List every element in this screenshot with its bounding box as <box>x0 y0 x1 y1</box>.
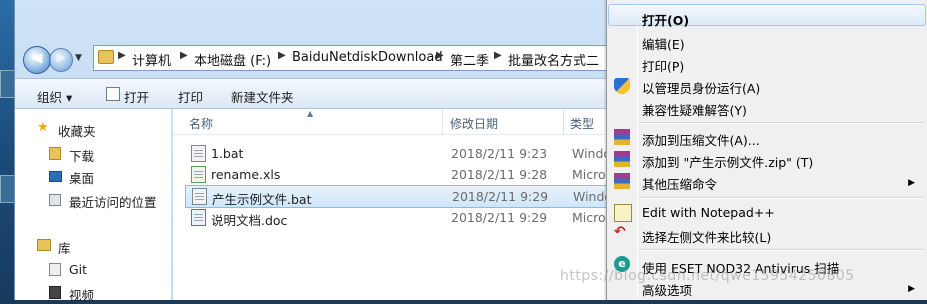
compare-arrow-icon: ↶ <box>614 224 626 240</box>
breadcrumb-computer[interactable]: 计算机 <box>132 50 171 69</box>
breadcrumb-folder[interactable]: 第二季 <box>450 50 489 69</box>
breadcrumb-separator-icon[interactable]: ▶ <box>180 50 188 61</box>
recent-places-icon <box>49 194 61 206</box>
breadcrumb-separator-icon[interactable]: ▶ <box>494 50 502 61</box>
nav-git[interactable]: Git <box>69 262 87 277</box>
menu-separator <box>639 249 924 251</box>
column-divider[interactable] <box>442 109 443 135</box>
menu-item-edit[interactable]: 编辑(E) <box>642 34 685 53</box>
nav-videos[interactable]: 视频 <box>69 285 94 304</box>
sort-ascending-icon: ▲ <box>307 109 314 118</box>
file-date: 2018/2/11 9:23 <box>451 146 548 161</box>
column-header-date[interactable]: 修改日期 <box>450 115 498 132</box>
organize-button[interactable]: 组织 ▾ <box>37 87 72 106</box>
menu-item-add-to-zip[interactable]: 添加到 "产生示例文件.zip" (T) <box>642 152 813 171</box>
context-menu: 打开(O) 编辑(E) 打印(P) 以管理员身份运行(A) 兼容性疑难解答(Y)… <box>606 0 927 300</box>
winrar-icon <box>614 151 630 167</box>
bat-file-icon <box>191 145 206 162</box>
nav-desktop[interactable]: 桌面 <box>69 168 94 187</box>
winrar-icon <box>614 129 630 145</box>
column-header-type[interactable]: 类型 <box>570 115 594 132</box>
breadcrumb-current-folder[interactable]: 批量改名方式二 <box>508 50 599 69</box>
breadcrumb-separator-icon[interactable]: ▶ <box>278 50 286 61</box>
library-icon <box>37 239 51 251</box>
back-button[interactable]: ◀ <box>23 46 51 74</box>
open-icon <box>106 87 120 101</box>
file-name: 1.bat <box>211 146 244 161</box>
breadcrumb-separator-icon[interactable]: ▶ <box>436 50 444 61</box>
file-list: 名称 ▲ 修改日期 类型 1.bat 2018/2/11 9:23 Windo … <box>173 109 617 300</box>
recent-pages-dropdown-icon[interactable]: ▼ <box>75 53 82 63</box>
git-icon <box>49 263 61 276</box>
address-bar[interactable]: ▶ 计算机 ▶ 本地磁盘 (F:) ▶ BaiduNetdiskDownload… <box>93 45 615 71</box>
breadcrumb-separator-icon[interactable]: ▶ <box>118 50 126 61</box>
print-button[interactable]: 打印 <box>178 87 203 106</box>
forward-arrow-icon: ▶ <box>56 51 66 64</box>
menu-item-other-compress[interactable]: 其他压缩命令 <box>642 174 717 193</box>
file-date: 2018/2/11 9:29 <box>452 189 549 204</box>
column-header-name[interactable]: 名称 <box>189 115 213 132</box>
breadcrumb-drive[interactable]: 本地磁盘 (F:) <box>194 50 271 69</box>
menu-item-edit-notepad[interactable]: Edit with Notepad++ <box>642 205 775 220</box>
nav-downloads[interactable]: 下载 <box>69 146 94 165</box>
file-row[interactable]: 说明文档.doc 2018/2/11 9:29 Micros <box>185 207 615 228</box>
menu-item-open[interactable]: 打开(O) <box>642 10 689 29</box>
notepad-plus-plus-icon <box>614 204 632 222</box>
submenu-arrow-icon: ▶ <box>908 284 915 294</box>
submenu-arrow-icon: ▶ <box>908 178 915 188</box>
file-name: 说明文档.doc <box>211 213 288 228</box>
winrar-icon <box>614 173 630 189</box>
star-icon: ★ <box>37 120 49 135</box>
column-divider[interactable] <box>563 109 564 135</box>
menu-item-compatibility[interactable]: 兼容性疑难解答(Y) <box>642 100 747 119</box>
menu-item-compare-left[interactable]: 选择左侧文件来比较(L) <box>642 227 771 246</box>
menu-separator <box>639 122 924 124</box>
desktop-icon <box>49 171 62 182</box>
folder-icon <box>98 50 114 64</box>
open-button[interactable]: 打开 <box>124 87 149 106</box>
file-row[interactable]: rename.xls 2018/2/11 9:28 Micros <box>185 164 615 185</box>
word-file-icon <box>191 209 206 226</box>
back-arrow-icon: ◀ <box>31 50 43 66</box>
bat-file-icon <box>192 188 207 205</box>
excel-file-icon <box>191 166 206 183</box>
downloads-icon <box>49 147 61 160</box>
breadcrumb-folder[interactable]: BaiduNetdiskDownload <box>292 50 443 65</box>
shield-icon <box>614 78 630 94</box>
file-name: rename.xls <box>211 167 281 182</box>
watermark-text: https://blog.csdn.net/qwe15954250805 <box>560 268 855 284</box>
new-folder-button[interactable]: 新建文件夹 <box>231 87 294 106</box>
column-header-row: 名称 ▲ 修改日期 类型 <box>173 109 615 135</box>
menu-separator <box>639 197 924 199</box>
nav-libraries[interactable]: 库 <box>58 238 71 257</box>
nav-favorites[interactable]: 收藏夹 <box>58 121 96 140</box>
navigation-pane: ★ 收藏夹 下载 桌面 最近访问的位置 库 Git 视频 <box>15 109 172 303</box>
videos-icon <box>49 286 61 299</box>
menu-item-add-to-archive[interactable]: 添加到压缩文件(A)... <box>642 130 760 149</box>
menu-item-run-as-admin[interactable]: 以管理员身份运行(A) <box>642 78 760 97</box>
file-date: 2018/2/11 9:28 <box>451 167 548 182</box>
file-name: 产生示例文件.bat <box>212 192 312 207</box>
file-row-selected[interactable]: 产生示例文件.bat 2018/2/11 9:29 Windo <box>185 185 617 208</box>
file-date: 2018/2/11 9:29 <box>451 210 548 225</box>
file-row[interactable]: 1.bat 2018/2/11 9:23 Windo <box>185 143 615 164</box>
nav-recent-places[interactable]: 最近访问的位置 <box>69 192 157 211</box>
menu-item-print[interactable]: 打印(P) <box>642 56 684 75</box>
forward-button[interactable]: ▶ <box>49 48 73 72</box>
menu-icon-gutter <box>637 0 638 300</box>
command-bar: 组织 ▾ 打开 打印 新建文件夹 <box>15 78 615 109</box>
explorer-window: ◀ ▶ ▼ ▶ 计算机 ▶ 本地磁盘 (F:) ▶ BaiduNetdiskDo… <box>14 0 617 303</box>
